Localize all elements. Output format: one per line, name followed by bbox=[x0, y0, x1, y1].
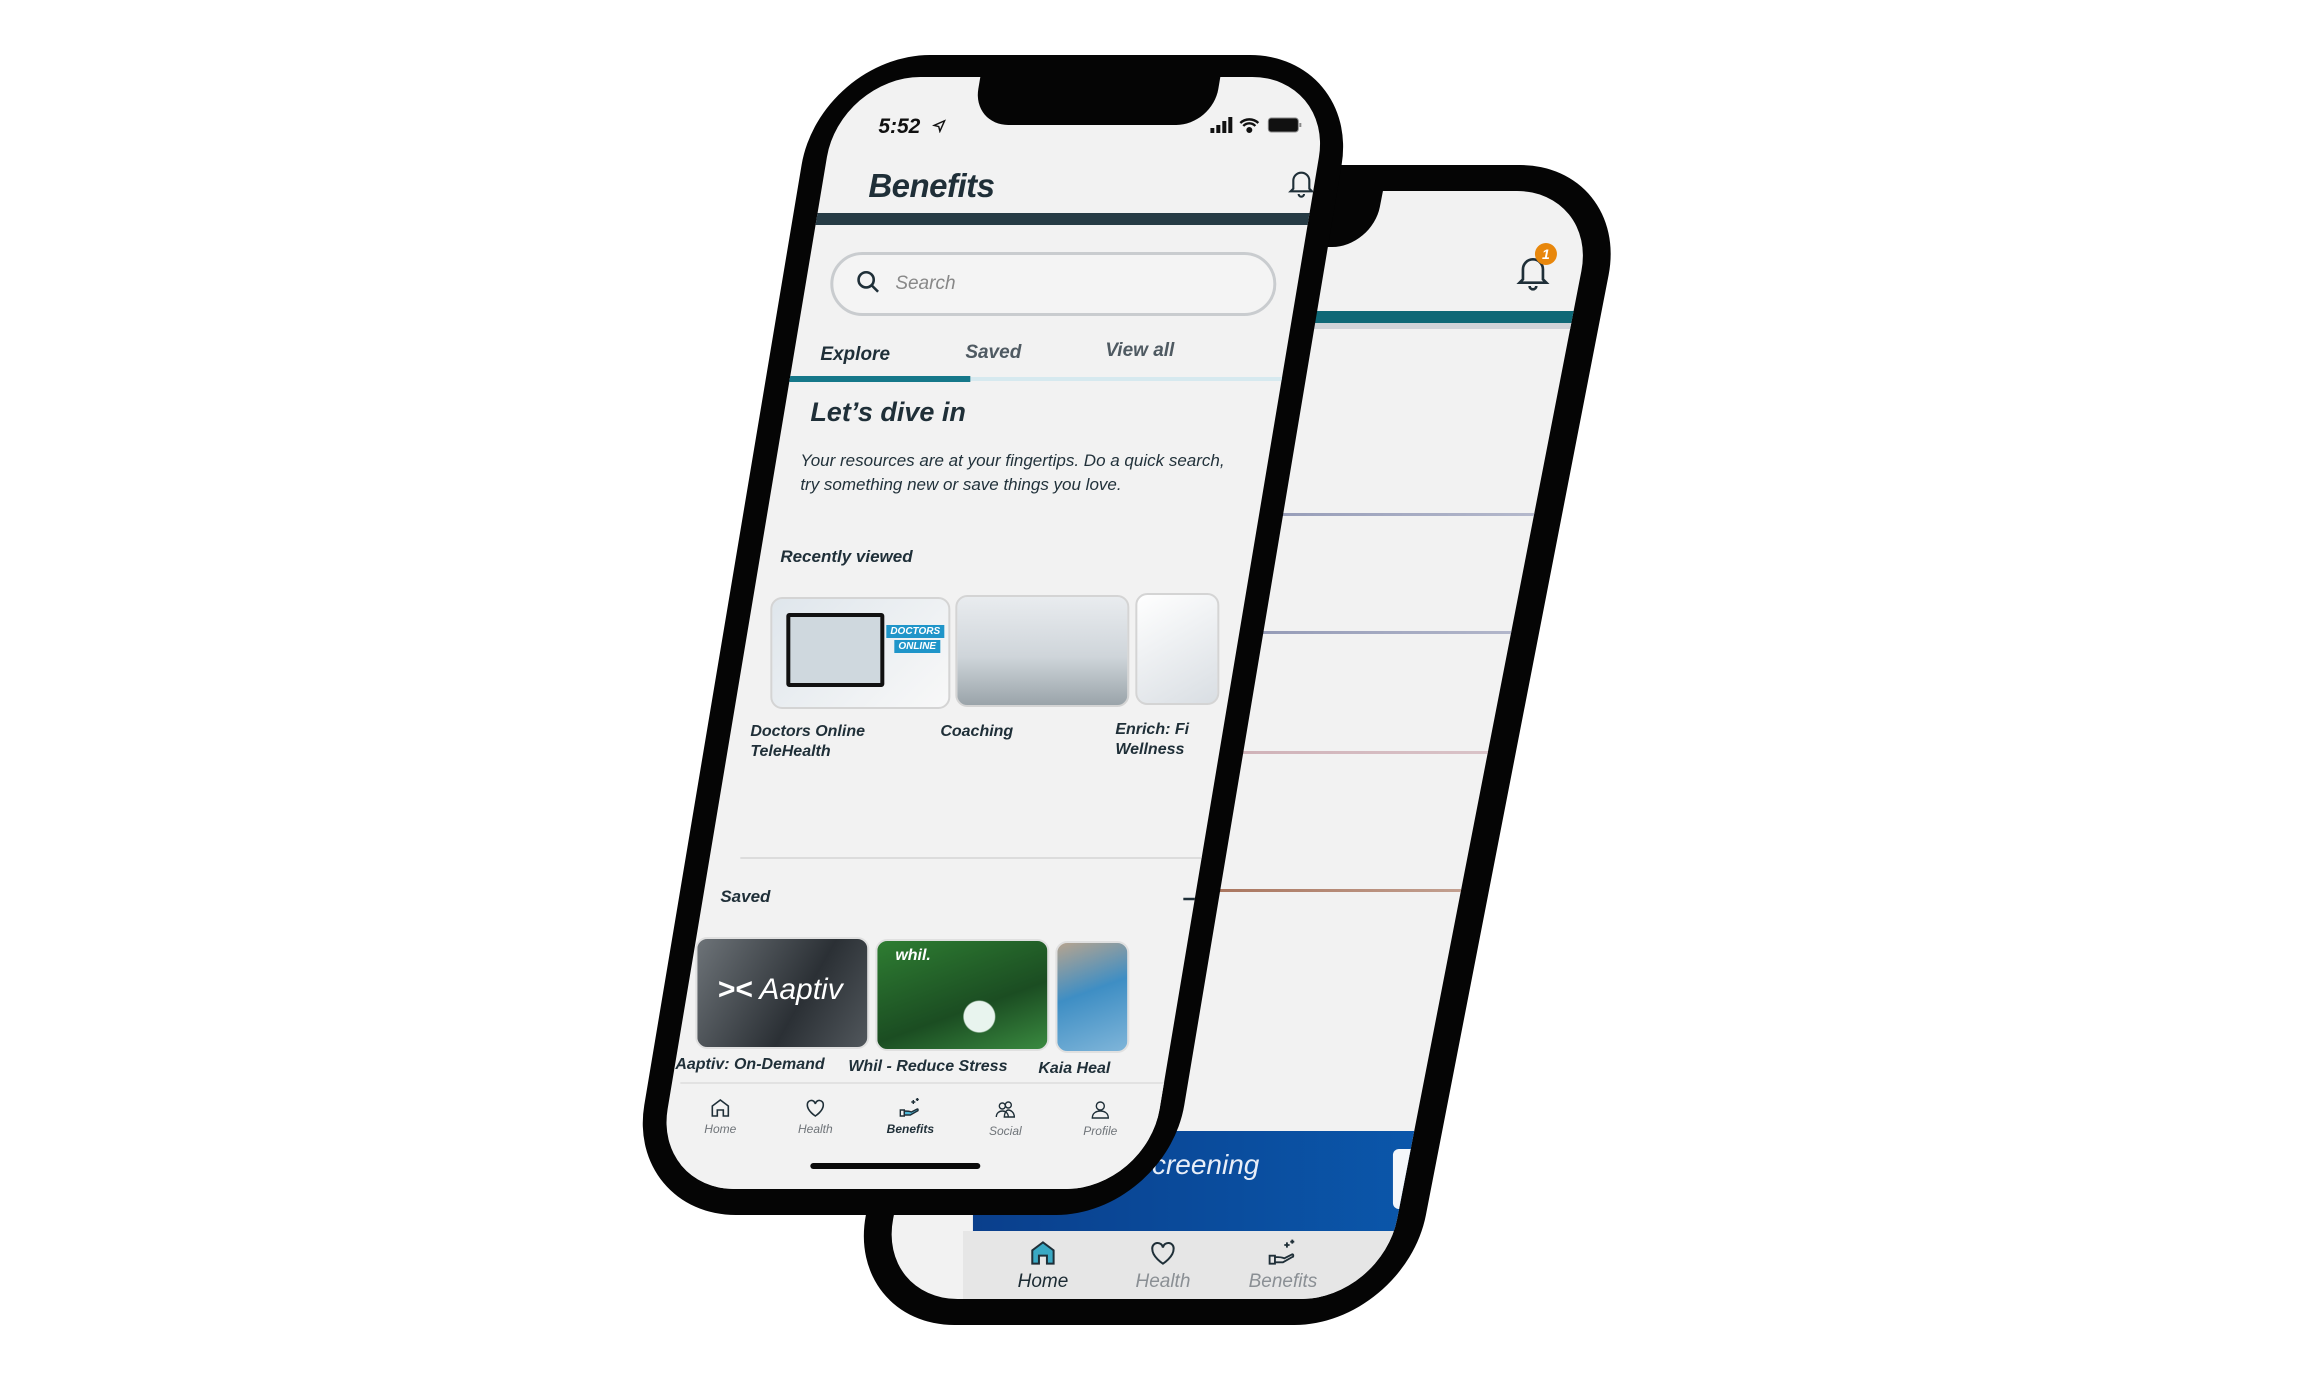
intro-body: Your resources are at your fingertips. D… bbox=[800, 451, 1225, 494]
back-tab-bar: Home Health Benefits Social Profile bbox=[962, 1231, 1597, 1299]
profile-icon bbox=[1511, 1241, 1535, 1265]
intro-heading: Let’s dive in bbox=[810, 397, 966, 427]
notification-badge: 1 bbox=[1534, 243, 1557, 265]
tab-view-all[interactable]: View all bbox=[1105, 340, 1174, 362]
tab-label: Profile bbox=[1496, 1271, 1550, 1292]
tab-home[interactable]: Home bbox=[680, 1096, 760, 1136]
tab-label: Health bbox=[797, 1122, 833, 1136]
recent-caption: Coaching bbox=[940, 723, 1014, 740]
page-title: Benefits bbox=[868, 167, 995, 204]
tab-label: Social bbox=[1377, 1271, 1429, 1292]
saved-caption: Whil - Reduce Stress bbox=[848, 1058, 1008, 1075]
tab-health[interactable]: Health bbox=[1113, 1237, 1213, 1293]
aaptiv-logo: >< bbox=[717, 973, 753, 1006]
tab-active-indicator bbox=[760, 376, 971, 382]
tab-profile[interactable]: Profile bbox=[1060, 1098, 1140, 1138]
home-indicator[interactable] bbox=[810, 1163, 981, 1169]
tab-label: Health bbox=[1135, 1271, 1191, 1292]
bell-icon[interactable] bbox=[1285, 165, 1317, 199]
recent-caption: Doctors Online TeleHealth bbox=[750, 723, 866, 760]
aaptiv-brand: Aaptiv bbox=[759, 973, 843, 1006]
saved-caption: Kaia Heal bbox=[1038, 1060, 1111, 1077]
saved-card-aaptiv[interactable]: >< Aaptiv bbox=[695, 937, 870, 1049]
recent-card-doctors-online[interactable]: DOCTORS ONLINE bbox=[770, 597, 951, 709]
tab-benefits[interactable]: Benefits bbox=[1233, 1237, 1333, 1293]
wifi-icon bbox=[1239, 118, 1260, 133]
benefits-hand-icon bbox=[899, 1098, 919, 1117]
tab-label: Home bbox=[1017, 1271, 1069, 1292]
section-divider bbox=[740, 857, 1301, 859]
header-rule bbox=[800, 213, 1333, 225]
home-icon bbox=[711, 1099, 730, 1117]
tab-profile[interactable]: Profile bbox=[1473, 1237, 1573, 1293]
location-arrow-icon bbox=[932, 119, 947, 133]
phone-notch bbox=[972, 77, 1221, 125]
profile-icon bbox=[1091, 1101, 1110, 1119]
saved-label: Saved bbox=[720, 887, 771, 906]
social-notification-dot bbox=[1432, 1231, 1445, 1243]
status-time: 5:52 bbox=[878, 115, 921, 138]
status-bar-icons bbox=[1210, 117, 1302, 133]
whil-brand: whil. bbox=[895, 947, 931, 964]
cellular-signal-icon bbox=[1210, 117, 1233, 133]
tab-benefits[interactable]: Benefits bbox=[870, 1096, 950, 1136]
tab-social[interactable]: Social bbox=[965, 1098, 1045, 1138]
search-field[interactable] bbox=[830, 252, 1277, 316]
passport-globe-icon bbox=[1392, 1149, 1447, 1209]
doctors-online-badge: DOCTORS bbox=[886, 625, 945, 638]
battery-icon bbox=[1267, 117, 1302, 133]
tab-saved[interactable]: Saved bbox=[965, 342, 1021, 364]
saved-card-whil[interactable]: whil. bbox=[875, 939, 1050, 1051]
search-input[interactable] bbox=[893, 269, 1238, 299]
heart-icon bbox=[806, 1099, 825, 1117]
saved-caption: Aaptiv: On-Demand bbox=[675, 1056, 825, 1073]
benefits-hand-icon bbox=[1268, 1239, 1295, 1265]
search-icon bbox=[857, 270, 879, 293]
home-icon bbox=[1031, 1241, 1055, 1265]
tab-social[interactable]: Social bbox=[1353, 1237, 1453, 1293]
laptop-image bbox=[786, 613, 885, 687]
recent-card-enrich[interactable] bbox=[1135, 593, 1220, 705]
tab-explore[interactable]: Explore bbox=[820, 344, 890, 366]
tab-label: Home bbox=[704, 1122, 737, 1136]
heart-icon bbox=[1151, 1241, 1175, 1265]
recently-viewed-label: Recently viewed bbox=[780, 547, 913, 566]
social-icon bbox=[1390, 1241, 1416, 1264]
tab-label: Benefits bbox=[1248, 1271, 1318, 1292]
doctors-online-badge: ONLINE bbox=[894, 640, 941, 653]
social-icon bbox=[995, 1101, 1016, 1118]
recent-caption: Enrich: Fi Wellness bbox=[1115, 721, 1190, 758]
tab-health[interactable]: Health bbox=[775, 1096, 855, 1136]
tab-label: Profile bbox=[1083, 1124, 1118, 1138]
saved-card-kaia[interactable] bbox=[1055, 941, 1130, 1053]
tab-label: Benefits bbox=[886, 1122, 934, 1136]
recent-card-coaching[interactable] bbox=[955, 595, 1130, 707]
tab-label: Social bbox=[988, 1124, 1022, 1138]
tab-home[interactable]: Home bbox=[993, 1237, 1093, 1293]
arrow-right-icon[interactable] bbox=[1180, 887, 1210, 911]
